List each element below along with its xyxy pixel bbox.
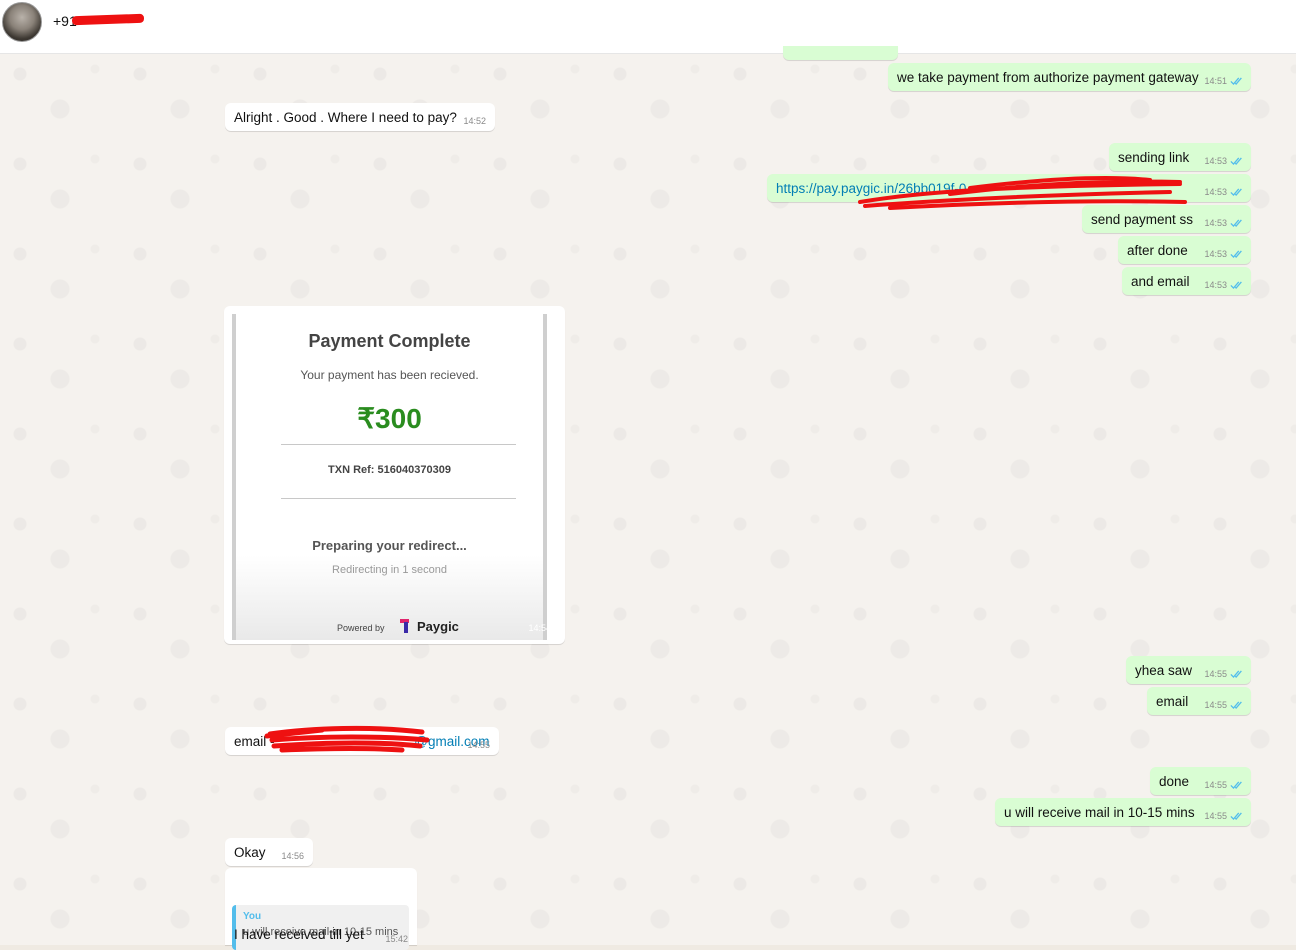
double-check-icon (1230, 250, 1242, 259)
message-incoming-reply[interactable]: You u will receive mail in 10-15 mins I … (225, 868, 417, 950)
payment-receipt-image[interactable]: Payment Complete Your payment has been r… (232, 314, 547, 640)
message-outgoing[interactable]: done 14:55 (1150, 767, 1251, 795)
message-outgoing-link[interactable]: https://pay.paygic.in/26bb019f-0 14:53 (767, 174, 1251, 202)
message-time: 15:42 (385, 934, 408, 944)
message-time: 14:56 (281, 851, 304, 861)
message-outgoing[interactable]: after done 14:53 (1118, 236, 1251, 264)
double-check-icon (1230, 157, 1242, 166)
message-incoming[interactable]: Okay 14:56 (225, 838, 313, 866)
message-incoming[interactable]: email - @gmail.com 14:55 (225, 727, 499, 755)
receipt-preparing-text: Preparing your redirect... (312, 538, 467, 553)
message-outgoing[interactable]: sending link 14:53 (1109, 143, 1251, 171)
message-time: 14:53 (1204, 187, 1227, 197)
double-check-icon (1230, 77, 1242, 86)
double-check-icon (1230, 812, 1242, 821)
contact-avatar[interactable] (2, 2, 42, 42)
receipt-powered-by: Powered by (337, 623, 385, 633)
message-outgoing[interactable]: u will receive mail in 10-15 mins 14:55 (995, 798, 1251, 826)
chat-header: +91 (0, 0, 1296, 54)
receipt-title: Payment Complete (308, 331, 471, 351)
double-check-icon (1230, 701, 1242, 710)
message-time: 14:55 (1204, 780, 1227, 790)
message-time: 14:52 (463, 116, 486, 126)
message-outgoing[interactable]: yhea saw 14:55 (1126, 656, 1251, 684)
double-check-icon (1230, 188, 1242, 197)
divider (281, 444, 516, 445)
message-time: 14:53 (1204, 218, 1227, 228)
double-check-icon (1230, 670, 1242, 679)
receipt-redirecting-text: Redirecting in 1 second (332, 564, 447, 576)
receipt-amount: ₹300 (357, 403, 422, 434)
message-incoming[interactable]: Alright . Good . Where I need to pay? 14… (225, 103, 495, 131)
payment-link[interactable]: https://pay.paygic.in/26bb019f-0 (776, 181, 966, 196)
quoted-author: You (243, 911, 262, 922)
divider (281, 498, 516, 499)
message-time: 14:53 (1204, 280, 1227, 290)
paygic-logo-icon (400, 619, 409, 633)
message-incoming-image[interactable]: Payment Complete Your payment has been r… (224, 306, 565, 644)
message-time: 14:54 (528, 623, 551, 633)
double-check-icon (1230, 219, 1242, 228)
message-time: 14:55 (1204, 700, 1227, 710)
message-outgoing[interactable]: email 14:55 (1147, 687, 1251, 715)
message-time: 14:53 (1204, 249, 1227, 259)
message-time: 14:55 (1204, 669, 1227, 679)
message-time: 14:55 (1204, 811, 1227, 821)
message-outgoing[interactable]: we take payment from authorize payment g… (888, 63, 1251, 91)
redaction-mark (71, 13, 145, 26)
message-outgoing[interactable]: and email 14:53 (1122, 267, 1251, 295)
message-time: 14:55 (467, 740, 490, 750)
message-time: 14:53 (1204, 156, 1227, 166)
message-bubble-partial (783, 46, 898, 60)
message-outgoing[interactable]: send payment ss 14:53 (1082, 205, 1251, 233)
receipt-subtitle: Your payment has been recieved. (300, 368, 479, 382)
double-check-icon (1230, 281, 1242, 290)
receipt-txn-ref: TXN Ref: 516040370309 (328, 464, 451, 476)
message-time: 14:51 (1204, 76, 1227, 86)
paygic-brand: Paygic (417, 619, 459, 634)
double-check-icon (1230, 781, 1242, 790)
